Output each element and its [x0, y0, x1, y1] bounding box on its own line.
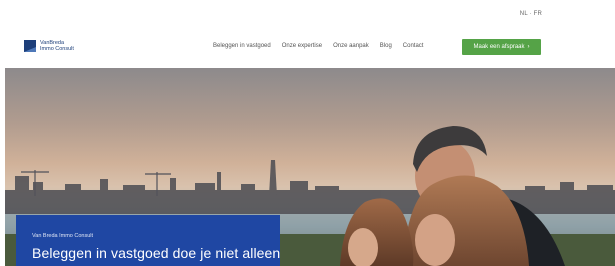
nav-item-blog[interactable]: Blog: [380, 43, 392, 49]
make-appointment-label: Maak een afspraak: [473, 44, 525, 50]
main-nav: Beleggen in vastgoed Onze expertise Onze…: [213, 43, 423, 49]
nav-item-onze-aanpak[interactable]: Onze aanpak: [333, 43, 369, 49]
nav-item-onze-expertise[interactable]: Onze expertise: [282, 43, 322, 49]
nav-item-contact[interactable]: Contact: [403, 43, 424, 49]
language-switch: NL · FR: [520, 11, 542, 17]
logo-line2: Immo Consult: [40, 46, 74, 52]
make-appointment-button[interactable]: Maak een afspraak ›: [462, 39, 541, 55]
language-fr-link[interactable]: FR: [534, 11, 542, 17]
hero-eyebrow: Van Breda Immo Consult: [32, 233, 94, 239]
logo-text: VanBreda Immo Consult: [40, 40, 74, 52]
hero-text-box: Van Breda Immo Consult Beleggen in vastg…: [16, 215, 280, 266]
logo[interactable]: VanBreda Immo Consult: [24, 40, 74, 52]
language-nl-link[interactable]: NL: [520, 11, 528, 17]
chevron-right-icon: ›: [527, 44, 530, 50]
nav-item-beleggen-in-vastgoed[interactable]: Beleggen in vastgoed: [213, 43, 271, 49]
hero-title: Beleggen in vastgoed doe je niet alleen: [32, 245, 281, 261]
logo-mark-icon: [24, 40, 36, 52]
